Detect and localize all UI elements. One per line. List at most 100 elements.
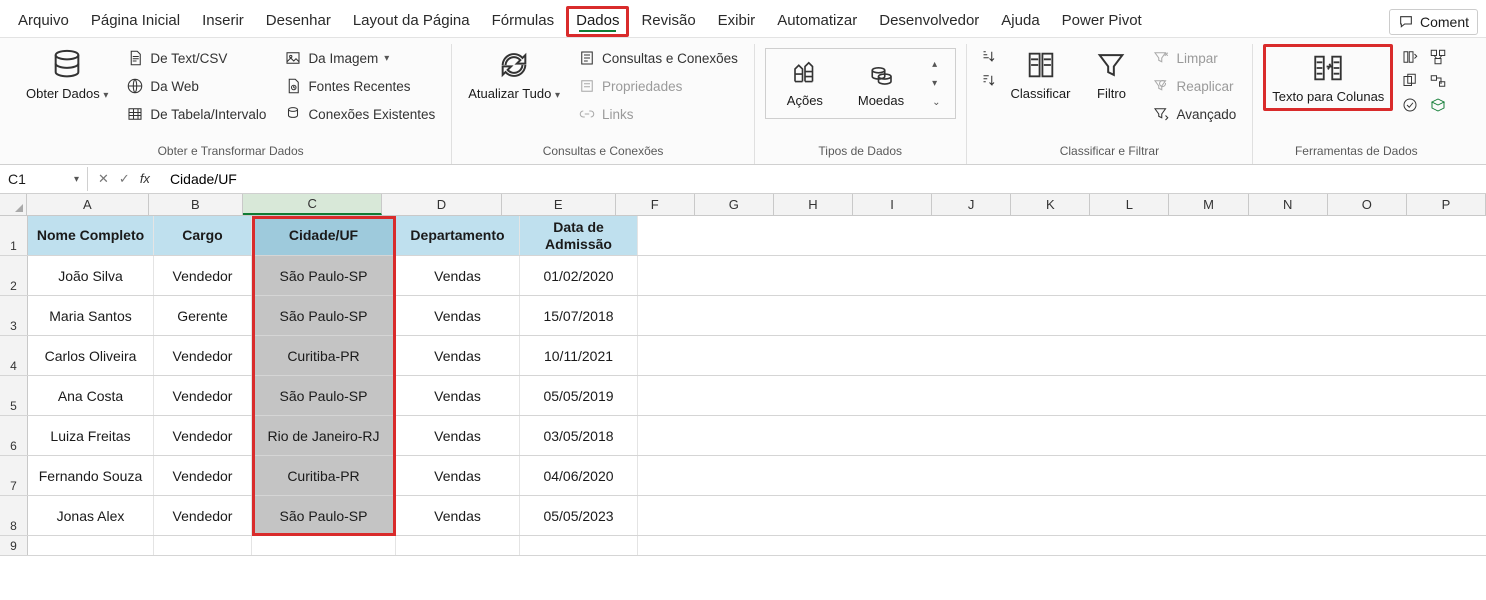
relationships-button[interactable] xyxy=(1429,72,1447,90)
col-header[interactable]: G xyxy=(695,194,774,215)
reaplicar-button[interactable]: Reaplicar xyxy=(1146,74,1242,98)
cell[interactable]: Vendedor xyxy=(154,336,252,375)
col-header-e[interactable]: E xyxy=(502,194,616,215)
remove-duplicates-button[interactable] xyxy=(1401,72,1419,90)
cell[interactable]: Vendas xyxy=(396,296,520,335)
cell[interactable]: Maria Santos xyxy=(28,296,154,335)
cell[interactable]: São Paulo-SP xyxy=(252,496,396,535)
comments-button[interactable]: Coment xyxy=(1389,9,1478,35)
cell[interactable]: 03/05/2018 xyxy=(520,416,638,455)
name-box[interactable]: C1 ▾ xyxy=(0,167,88,191)
tab-exibir[interactable]: Exibir xyxy=(708,6,766,37)
row-header[interactable]: 1 xyxy=(0,216,28,255)
tab-ajuda[interactable]: Ajuda xyxy=(991,6,1049,37)
col-header[interactable]: K xyxy=(1011,194,1090,215)
conexoes-existentes-button[interactable]: Conexões Existentes xyxy=(278,102,441,126)
accept-formula-button[interactable]: ✓ xyxy=(119,171,130,187)
row-header[interactable]: 3 xyxy=(0,296,28,335)
sort-desc-button[interactable] xyxy=(979,72,997,90)
cell[interactable]: Vendas xyxy=(396,336,520,375)
row-header[interactable]: 6 xyxy=(0,416,28,455)
cell[interactable]: Vendas xyxy=(396,456,520,495)
sort-asc-button[interactable] xyxy=(979,48,997,66)
cell[interactable]: Luiza Freitas xyxy=(28,416,154,455)
cell[interactable]: Curitiba-PR xyxy=(252,456,396,495)
cell[interactable]: João Silva xyxy=(28,256,154,295)
cell[interactable]: Nome Completo xyxy=(28,216,154,255)
cell[interactable]: Jonas Alex xyxy=(28,496,154,535)
tab-dados[interactable]: Dados xyxy=(566,6,629,37)
cell[interactable]: 01/02/2020 xyxy=(520,256,638,295)
data-validation-button[interactable] xyxy=(1401,96,1419,114)
cell[interactable]: Cidade/UF xyxy=(252,216,396,255)
cell[interactable]: Data de Admissão xyxy=(520,216,638,255)
select-all-corner[interactable] xyxy=(0,194,27,215)
col-header[interactable]: M xyxy=(1169,194,1248,215)
acoes-button[interactable]: Ações xyxy=(776,55,834,112)
cell[interactable]: Vendas xyxy=(396,496,520,535)
row-header[interactable]: 8 xyxy=(0,496,28,535)
cell[interactable]: Rio de Janeiro-RJ xyxy=(252,416,396,455)
consolidate-button[interactable] xyxy=(1429,48,1447,66)
tab-formulas[interactable]: Fórmulas xyxy=(482,6,565,37)
da-web-button[interactable]: Da Web xyxy=(120,74,272,98)
cell[interactable]: 05/05/2019 xyxy=(520,376,638,415)
tab-layout[interactable]: Layout da Página xyxy=(343,6,480,37)
avancado-button[interactable]: Avançado xyxy=(1146,102,1242,126)
obter-dados-button[interactable]: Obter Dados ▾ xyxy=(20,44,114,105)
de-tabela-button[interactable]: De Tabela/Intervalo xyxy=(120,102,272,126)
cell[interactable]: Vendas xyxy=(396,416,520,455)
cell[interactable]: 04/06/2020 xyxy=(520,456,638,495)
de-text-csv-button[interactable]: De Text/CSV xyxy=(120,46,272,70)
col-header[interactable]: O xyxy=(1328,194,1407,215)
chevron-down-icon[interactable]: ▾ xyxy=(932,78,940,89)
row-header[interactable]: 5 xyxy=(0,376,28,415)
cell[interactable]: Cargo xyxy=(154,216,252,255)
classificar-button[interactable]: Classificar xyxy=(1005,44,1077,105)
limpar-button[interactable]: Limpar xyxy=(1146,46,1242,70)
cell[interactable] xyxy=(154,536,252,555)
cell[interactable]: Gerente xyxy=(154,296,252,335)
cell[interactable] xyxy=(520,536,638,555)
row-header[interactable]: 2 xyxy=(0,256,28,295)
col-header-c[interactable]: C xyxy=(243,194,382,215)
col-header[interactable]: I xyxy=(853,194,932,215)
row-header[interactable]: 9 xyxy=(0,536,28,555)
row-header[interactable]: 7 xyxy=(0,456,28,495)
cell[interactable]: Ana Costa xyxy=(28,376,154,415)
tab-revisao[interactable]: Revisão xyxy=(631,6,705,37)
tab-desenhar[interactable]: Desenhar xyxy=(256,6,341,37)
cell[interactable]: Vendas xyxy=(396,256,520,295)
flash-fill-button[interactable] xyxy=(1401,48,1419,66)
cell[interactable]: Vendedor xyxy=(154,496,252,535)
cell[interactable]: Curitiba-PR xyxy=(252,336,396,375)
col-header[interactable]: P xyxy=(1407,194,1486,215)
cell[interactable]: 15/07/2018 xyxy=(520,296,638,335)
texto-para-colunas-button[interactable]: Texto para Colunas xyxy=(1263,44,1393,111)
tab-arquivo[interactable]: Arquivo xyxy=(8,6,79,37)
fx-button[interactable]: fx xyxy=(140,171,150,187)
cell[interactable] xyxy=(28,536,154,555)
chevron-up-icon[interactable]: ▴ xyxy=(932,59,940,70)
cell[interactable] xyxy=(396,536,520,555)
col-header[interactable]: N xyxy=(1249,194,1328,215)
cell[interactable]: Vendas xyxy=(396,376,520,415)
col-header[interactable]: L xyxy=(1090,194,1169,215)
col-header[interactable]: F xyxy=(616,194,695,215)
tab-pagina-inicial[interactable]: Página Inicial xyxy=(81,6,190,37)
da-imagem-button[interactable]: Da Imagem ▾ xyxy=(278,46,441,70)
cell[interactable]: Carlos Oliveira xyxy=(28,336,154,375)
col-header[interactable]: J xyxy=(932,194,1011,215)
cancel-formula-button[interactable]: ✕ xyxy=(98,171,109,187)
row-header[interactable]: 4 xyxy=(0,336,28,375)
tab-desenvolvedor[interactable]: Desenvolvedor xyxy=(869,6,989,37)
cell[interactable]: São Paulo-SP xyxy=(252,376,396,415)
cell[interactable]: Vendedor xyxy=(154,456,252,495)
cell[interactable]: Vendedor xyxy=(154,416,252,455)
cell[interactable]: Fernando Souza xyxy=(28,456,154,495)
atualizar-tudo-button[interactable]: Atualizar Tudo ▾ xyxy=(462,44,566,105)
formula-input[interactable] xyxy=(160,167,1486,191)
col-header-d[interactable]: D xyxy=(382,194,502,215)
fontes-recentes-button[interactable]: Fontes Recentes xyxy=(278,74,441,98)
cell[interactable]: São Paulo-SP xyxy=(252,296,396,335)
